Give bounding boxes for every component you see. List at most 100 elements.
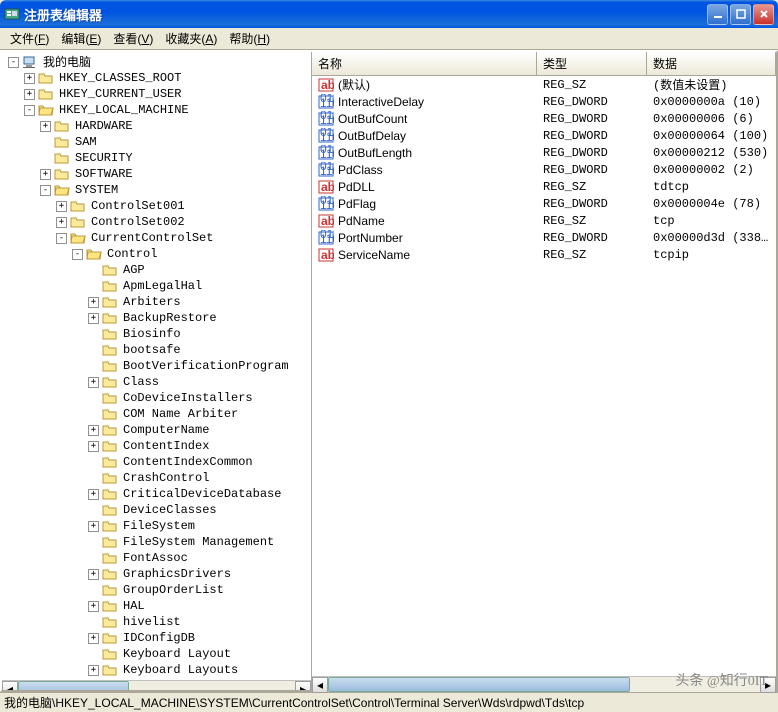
- expander-icon[interactable]: +: [56, 217, 67, 228]
- expander-icon[interactable]: +: [56, 201, 67, 212]
- tree-label[interactable]: FileSystem: [121, 518, 197, 534]
- tree-label[interactable]: HKEY_CURRENT_USER: [57, 86, 183, 102]
- expander-icon[interactable]: +: [88, 569, 99, 580]
- scroll-thumb[interactable]: [328, 677, 630, 690]
- tree-node-GroupOrderList[interactable]: GroupOrderList: [4, 582, 309, 598]
- tree-label[interactable]: Control: [105, 246, 159, 262]
- menu-编辑[interactable]: 编辑(E): [55, 28, 107, 49]
- tree-label[interactable]: HAL: [121, 598, 147, 614]
- tree-node-ControlSet002[interactable]: +ControlSet002: [4, 214, 309, 230]
- expander-icon[interactable]: -: [8, 57, 19, 68]
- tree-label[interactable]: BackupRestore: [121, 310, 219, 326]
- tree-node-GraphicsDrivers[interactable]: + GraphicsDrivers: [4, 566, 309, 582]
- expander-icon[interactable]: +: [88, 489, 99, 500]
- tree-label[interactable]: Arbiters: [121, 294, 183, 310]
- tree-label[interactable]: 我的电脑: [41, 54, 93, 70]
- tree-node-HKEY_LOCAL_MACHINE[interactable]: - HKEY_LOCAL_MACHINE: [4, 102, 309, 118]
- tree-label[interactable]: AGP: [121, 262, 147, 278]
- column-name[interactable]: 名称: [312, 52, 537, 75]
- tree-node-HKEY_CLASSES_ROOT[interactable]: + HKEY_CLASSES_ROOT: [4, 70, 309, 86]
- scroll-thumb[interactable]: [18, 681, 129, 690]
- tree-node-Arbiters[interactable]: + Arbiters: [4, 294, 309, 310]
- tree-node-HAL[interactable]: + HAL: [4, 598, 309, 614]
- tree-label[interactable]: SYSTEM: [73, 182, 120, 198]
- expander-icon[interactable]: +: [24, 89, 35, 100]
- tree-node-Biosinfo[interactable]: Biosinfo: [4, 326, 309, 342]
- column-type[interactable]: 类型: [537, 52, 647, 75]
- expander-icon[interactable]: +: [88, 441, 99, 452]
- expander-icon[interactable]: +: [88, 521, 99, 532]
- expander-icon[interactable]: +: [40, 169, 51, 180]
- tree-node-SYSTEM[interactable]: -SYSTEM: [4, 182, 309, 198]
- expander-icon[interactable]: +: [88, 377, 99, 388]
- tree-node-Keyboard-Layouts[interactable]: + Keyboard Layouts: [4, 662, 309, 678]
- tree-node-我的电脑[interactable]: - 我的电脑: [4, 54, 309, 70]
- expander-icon[interactable]: +: [88, 665, 99, 676]
- tree-label[interactable]: HKEY_CLASSES_ROOT: [57, 70, 183, 86]
- tree-node-AGP[interactable]: AGP: [4, 262, 309, 278]
- expander-icon[interactable]: +: [88, 297, 99, 308]
- expander-icon[interactable]: +: [88, 633, 99, 644]
- tree-node-FontAssoc[interactable]: FontAssoc: [4, 550, 309, 566]
- list-row[interactable]: 011110OutBufDelayREG_DWORD0x00000064 (10…: [312, 127, 776, 144]
- tree-label[interactable]: CrashControl: [121, 470, 211, 486]
- expander-icon[interactable]: +: [88, 601, 99, 612]
- menu-帮助[interactable]: 帮助(H): [223, 28, 276, 49]
- expander-icon[interactable]: -: [56, 233, 67, 244]
- tree-label[interactable]: ContentIndex: [121, 438, 211, 454]
- tree-label[interactable]: FontAssoc: [121, 550, 190, 566]
- tree-node-CrashControl[interactable]: CrashControl: [4, 470, 309, 486]
- tree-node-ContentIndex[interactable]: + ContentIndex: [4, 438, 309, 454]
- tree-label[interactable]: Class: [121, 374, 161, 390]
- tree-label[interactable]: HARDWARE: [73, 118, 135, 134]
- tree-label[interactable]: CriticalDeviceDatabase: [121, 486, 283, 502]
- tree-node-SAM[interactable]: SAM: [4, 134, 309, 150]
- scroll-left-icon[interactable]: ◂: [2, 681, 18, 690]
- tree-label[interactable]: ContentIndexCommon: [121, 454, 255, 470]
- tree-label[interactable]: GroupOrderList: [121, 582, 226, 598]
- tree-label[interactable]: COM Name Arbiter: [121, 406, 240, 422]
- tree-node-HARDWARE[interactable]: + HARDWARE: [4, 118, 309, 134]
- tree-node-BackupRestore[interactable]: +BackupRestore: [4, 310, 309, 326]
- tree-label[interactable]: DeviceClasses: [121, 502, 219, 518]
- tree-label[interactable]: Biosinfo: [121, 326, 183, 342]
- tree-label[interactable]: SAM: [73, 134, 99, 150]
- list-pane[interactable]: 名称 类型 数据 ab(默认)REG_SZ(数值未设置)011110Intera…: [312, 52, 776, 690]
- tree-node-ApmLegalHal[interactable]: ApmLegalHal: [4, 278, 309, 294]
- tree-node-FileSystem-Management[interactable]: FileSystem Management: [4, 534, 309, 550]
- tree-node-FileSystem[interactable]: + FileSystem: [4, 518, 309, 534]
- expander-icon[interactable]: +: [40, 121, 51, 132]
- list-row[interactable]: abPdNameREG_SZtcp: [312, 212, 776, 229]
- tree-node-CurrentControlSet[interactable]: -CurrentControlSet: [4, 230, 309, 246]
- tree-node-CoDeviceInstallers[interactable]: CoDeviceInstallers: [4, 390, 309, 406]
- tree-node-SECURITY[interactable]: SECURITY: [4, 150, 309, 166]
- tree-scrollbar[interactable]: ◂ ▸: [2, 680, 311, 690]
- tree-label[interactable]: IDConfigDB: [121, 630, 197, 646]
- tree-label[interactable]: HKEY_LOCAL_MACHINE: [57, 102, 191, 118]
- minimize-button[interactable]: [707, 4, 728, 25]
- tree-label[interactable]: CoDeviceInstallers: [121, 390, 255, 406]
- tree-label[interactable]: BootVerificationProgram: [121, 358, 291, 374]
- menu-文件[interactable]: 文件(F): [4, 28, 55, 49]
- list-row[interactable]: 011110OutBufLengthREG_DWORD0x00000212 (5…: [312, 144, 776, 161]
- expander-icon[interactable]: +: [24, 73, 35, 84]
- tree-node-Keyboard-Layout[interactable]: Keyboard Layout: [4, 646, 309, 662]
- tree-node-Control[interactable]: -Control: [4, 246, 309, 262]
- tree-node-HKEY_CURRENT_USER[interactable]: + HKEY_CURRENT_USER: [4, 86, 309, 102]
- scroll-track[interactable]: [18, 681, 295, 690]
- tree-node-ControlSet001[interactable]: +ControlSet001: [4, 198, 309, 214]
- expander-icon[interactable]: -: [24, 105, 35, 116]
- list-row[interactable]: 011110OutBufCountREG_DWORD0x00000006 (6): [312, 110, 776, 127]
- tree-label[interactable]: SOFTWARE: [73, 166, 135, 182]
- tree-label[interactable]: Keyboard Layouts: [121, 662, 240, 678]
- tree-label[interactable]: GraphicsDrivers: [121, 566, 233, 582]
- list-row[interactable]: ab(默认)REG_SZ(数值未设置): [312, 76, 776, 93]
- tree-label[interactable]: hivelist: [121, 614, 183, 630]
- scroll-right-icon[interactable]: ▸: [295, 681, 311, 690]
- tree-node-COM-Name-Arbiter[interactable]: COM Name Arbiter: [4, 406, 309, 422]
- menu-查看[interactable]: 查看(V): [107, 28, 159, 49]
- list-row[interactable]: 011110PdClassREG_DWORD0x00000002 (2): [312, 161, 776, 178]
- tree-node-DeviceClasses[interactable]: DeviceClasses: [4, 502, 309, 518]
- tree-node-Class[interactable]: + Class: [4, 374, 309, 390]
- list-row[interactable]: 011110InteractiveDelayREG_DWORD0x0000000…: [312, 93, 776, 110]
